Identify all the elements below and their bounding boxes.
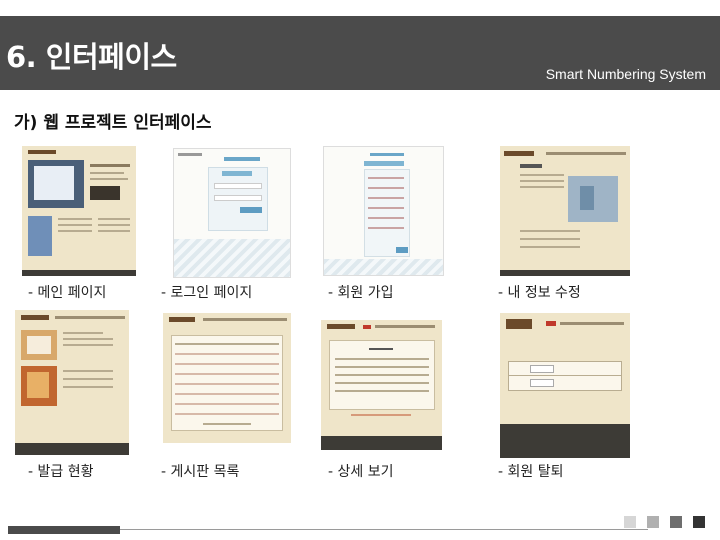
login-page-screenshot [173,148,291,278]
footer-square-4 [693,516,705,528]
caption-board-list: - 게시판 목록 [161,464,240,480]
issuance-status-screenshot [15,310,129,455]
footer-square-1 [624,516,636,528]
board-list-screenshot [163,313,291,443]
brand-label: Smart Numbering System [545,66,706,82]
caption-main-page: - 메인 페이지 [28,285,107,301]
section-title: 가) 웹 프로젝트 인터페이스 [14,113,212,133]
caption-edit-info: - 내 정보 수정 [498,285,581,301]
detail-view-screenshot [321,320,442,450]
caption-issuance-status: - 발급 현황 [28,464,94,480]
edit-info-screenshot [500,146,630,276]
footer-accent-bar [8,526,120,534]
signup-page-screenshot [323,146,444,276]
footer-square-2 [647,516,659,528]
footer-square-3 [670,516,682,528]
title-banner: 6. 인터페이스 Smart Numbering System [0,16,720,90]
caption-signup: - 회원 가입 [328,285,394,301]
caption-detail-view: - 상세 보기 [328,464,394,480]
main-page-screenshot [22,146,136,276]
page-title: 6. 인터페이스 [6,40,177,74]
withdrawal-screenshot [500,313,630,458]
caption-withdrawal: - 회원 탈퇴 [498,464,564,480]
caption-login-page: - 로그인 페이지 [161,285,253,301]
